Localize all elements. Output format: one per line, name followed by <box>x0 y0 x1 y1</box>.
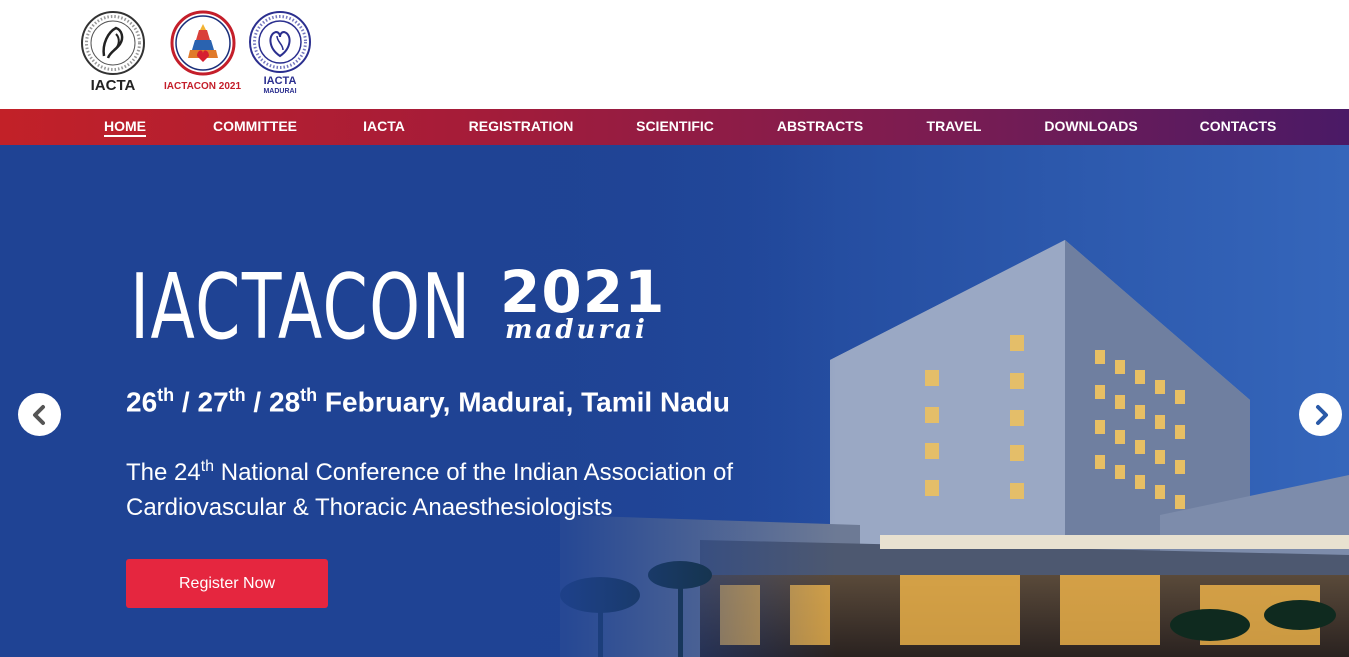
main-nav: HOME COMMITTEE IACTA REGISTRATION SCIENT… <box>0 109 1349 145</box>
nav-iacta[interactable]: IACTA <box>363 109 405 145</box>
chevron-left-icon <box>32 404 45 425</box>
hero-slider: IACTACON 2021 madurai 26th / 27th / 28th… <box>0 145 1349 657</box>
iacta-madurai-heart-icon <box>249 11 311 73</box>
logo-caption: IACTA <box>263 75 297 87</box>
iacta-madurai-logo[interactable]: IACTA MADURAI <box>248 10 312 95</box>
event-description: The 24th National Conference of the Indi… <box>126 458 734 521</box>
iactacon-logo[interactable]: IACTACON 2021 <box>164 10 241 92</box>
iacta-seal-icon <box>81 11 145 75</box>
register-now-button[interactable]: Register Now <box>126 559 328 608</box>
event-name: IACTACON <box>130 255 472 360</box>
nav-committee[interactable]: COMMITTEE <box>213 109 297 145</box>
nav-scientific[interactable]: SCIENTIFIC <box>636 109 714 145</box>
nav-travel[interactable]: TRAVEL <box>927 109 982 145</box>
event-year: 2021 <box>500 258 666 326</box>
event-city: madurai <box>505 315 648 345</box>
nav-contacts[interactable]: CONTACTS <box>1200 109 1277 145</box>
nav-abstracts[interactable]: ABSTRACTS <box>777 109 863 145</box>
iactacon-temple-icon <box>170 10 236 76</box>
slider-prev-button[interactable] <box>18 393 61 436</box>
chevron-right-icon <box>1315 404 1328 425</box>
logo-caption: IACTA <box>90 77 136 94</box>
iacta-logo[interactable]: IACTA <box>80 10 146 93</box>
nav-registration[interactable]: REGISTRATION <box>469 109 574 145</box>
nav-home[interactable]: HOME <box>104 109 146 145</box>
event-dates: 26th / 27th / 28th February, Madurai, Ta… <box>126 385 730 418</box>
nav-downloads[interactable]: DOWNLOADS <box>1044 109 1137 145</box>
logo-caption: IACTACON 2021 <box>164 81 242 92</box>
site-header: IACTA IACTACON 2021 IACTA MADURAI <box>0 0 1349 109</box>
slider-next-button[interactable] <box>1299 393 1342 436</box>
logo-subcaption: MADURAI <box>263 88 297 95</box>
